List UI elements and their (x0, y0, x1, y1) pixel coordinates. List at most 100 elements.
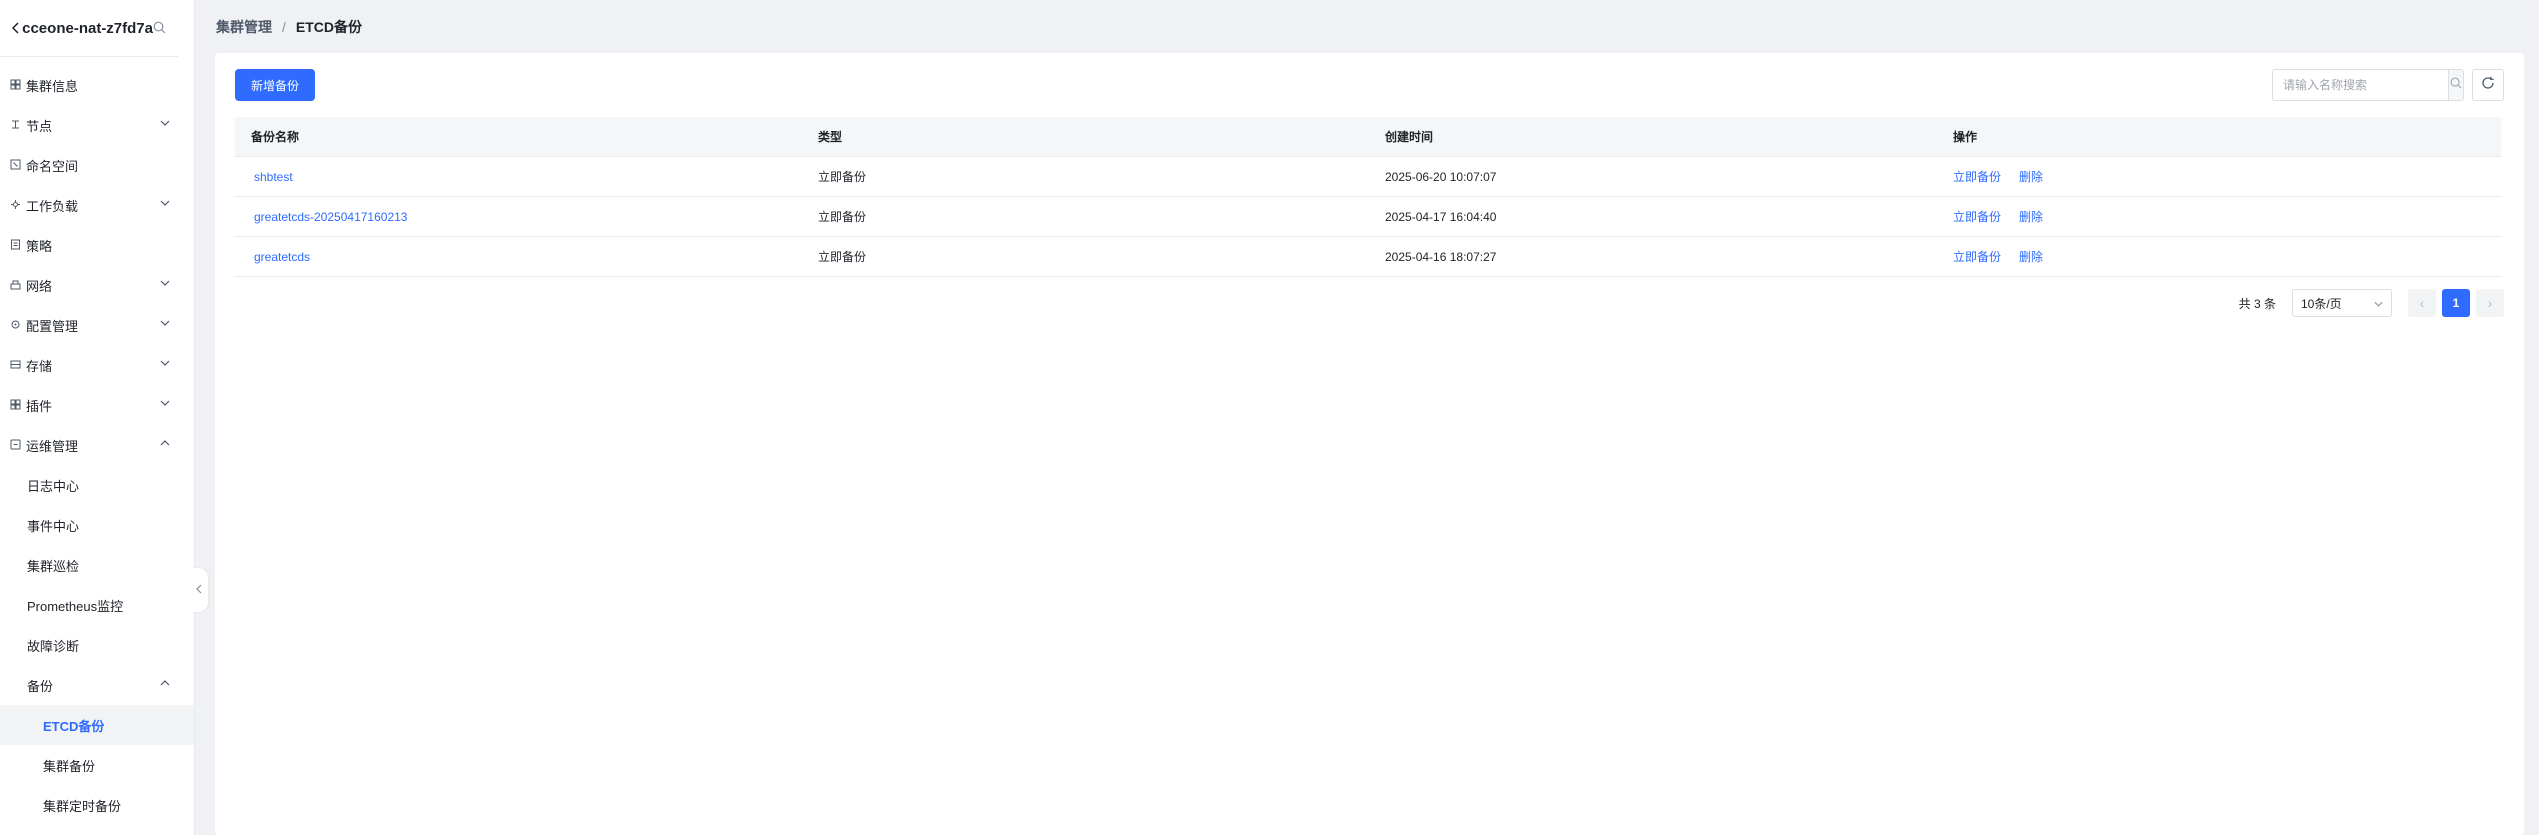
next-page-button[interactable]: › (2476, 289, 2504, 317)
delete-button[interactable]: 删除 (2019, 208, 2043, 225)
sidebar-item-policy[interactable]: 策略 (0, 225, 194, 265)
backup-name-link[interactable]: greatetcds-20250417160213 (254, 210, 407, 224)
cluster-info-icon (10, 79, 22, 91)
chevron-down-icon (160, 280, 170, 290)
table-row: shbtest 立即备份 2025-06-20 10:07:07 立即备份 删除 (235, 157, 2501, 197)
sidebar-item-label: 事件中心 (27, 518, 80, 534)
sidebar-item-label: 日志中心 (27, 478, 80, 494)
chevron-down-icon (160, 400, 170, 410)
sidebar: cceone-nat-z7fd7a 集群信息 节点 命名空间 工作负载 策略 网… (0, 0, 195, 835)
table-row: greatetcds-20250417160213 立即备份 2025-04-1… (235, 197, 2501, 237)
sidebar-item-label: 故障诊断 (27, 638, 80, 654)
ops-icon (10, 439, 22, 451)
breadcrumb: 集群管理 / ETCD备份 (196, 0, 2539, 53)
sidebar-item-cluster-backup[interactable]: 集群备份 (0, 745, 194, 785)
network-icon (10, 279, 22, 291)
sidebar-item-label: 集群备份 (43, 758, 96, 774)
toolbar: 新增备份 (235, 69, 2504, 101)
content-card: 新增备份 备份名称 类型 创建时间 操作 shbtest 立即备份 2025-0… (215, 53, 2524, 835)
search-box (2272, 69, 2464, 101)
sidebar-item-label: 策略 (26, 238, 53, 254)
plugin-icon (10, 399, 22, 411)
sidebar-collapse-handle[interactable] (190, 568, 208, 612)
sidebar-item-cluster-info[interactable]: 集群信息 (0, 65, 194, 105)
sidebar-item-nodes[interactable]: 节点 (0, 105, 194, 145)
storage-icon (10, 359, 22, 371)
sidebar-item-label: Prometheus监控 (27, 598, 124, 614)
policy-icon (10, 239, 22, 251)
sidebar-item-label: 工作负载 (26, 198, 79, 214)
table-header: 备份名称 类型 创建时间 操作 (235, 117, 2501, 157)
search-input[interactable] (2273, 70, 2448, 100)
sidebar-item-fault-diagnosis[interactable]: 故障诊断 (0, 625, 194, 665)
backup-type: 立即备份 (818, 210, 867, 224)
sidebar-item-config[interactable]: 配置管理 (0, 305, 194, 345)
backup-created-time: 2025-04-16 18:07:27 (1385, 249, 1497, 264)
page-size-select[interactable]: 10条/页 (2292, 289, 2392, 317)
search-button[interactable] (2448, 70, 2463, 100)
backup-created-time: 2025-04-17 16:04:40 (1385, 209, 1497, 224)
sidebar-item-network[interactable]: 网络 (0, 265, 194, 305)
backup-type: 立即备份 (818, 170, 867, 184)
backup-name-link[interactable]: greatetcds (254, 250, 310, 264)
chevron-down-icon (160, 360, 170, 370)
total-count: 共 3 条 (2238, 296, 2276, 311)
backup-name-link[interactable]: shbtest (254, 170, 293, 184)
prev-page-button[interactable]: ‹ (2408, 289, 2436, 317)
add-backup-button[interactable]: 新增备份 (235, 69, 315, 101)
sidebar-item-storage[interactable]: 存储 (0, 345, 194, 385)
delete-button[interactable]: 删除 (2019, 168, 2043, 185)
chevron-down-icon (160, 320, 170, 330)
sidebar-header: cceone-nat-z7fd7a (0, 0, 178, 57)
search-icon (2450, 76, 2462, 94)
page-size-value: 10条/页 (2301, 296, 2342, 311)
sidebar-item-cluster-inspection[interactable]: 集群巡检 (0, 545, 194, 585)
sidebar-item-label: 备份 (27, 678, 54, 694)
workload-icon (10, 199, 22, 211)
sidebar-item-prometheus[interactable]: Prometheus监控 (0, 585, 194, 625)
breadcrumb-separator: / (282, 18, 286, 35)
cluster-name: cceone-nat-z7fd7a (22, 19, 153, 37)
chevron-up-icon (160, 440, 170, 450)
chevron-down-icon (2374, 296, 2383, 310)
chevron-left-icon: ‹ (2419, 295, 2425, 311)
refresh-icon (2481, 76, 2495, 95)
backup-now-button[interactable]: 立即备份 (1953, 248, 2001, 265)
chevron-right-icon: › (2487, 295, 2493, 311)
sidebar-item-scheduled-backup[interactable]: 集群定时备份 (0, 785, 194, 825)
search-icon[interactable] (153, 21, 166, 35)
column-header-name: 备份名称 (251, 130, 300, 144)
sidebar-item-label: 集群巡检 (27, 558, 80, 574)
sidebar-item-label: 存储 (26, 358, 53, 374)
sidebar-item-label: ETCD备份 (43, 718, 105, 734)
node-icon (10, 119, 22, 131)
chevron-down-icon (160, 120, 170, 130)
config-icon (10, 319, 22, 331)
sidebar-item-label: 集群定时备份 (43, 798, 122, 814)
sidebar-item-label: 插件 (26, 398, 53, 414)
namespace-icon (10, 159, 22, 171)
backup-now-button[interactable]: 立即备份 (1953, 208, 2001, 225)
page-number-current[interactable]: 1 (2442, 289, 2470, 317)
table-row: greatetcds 立即备份 2025-04-16 18:07:27 立即备份… (235, 237, 2501, 277)
backup-table: 备份名称 类型 创建时间 操作 shbtest 立即备份 2025-06-20 … (235, 117, 2501, 277)
sidebar-item-etcd-backup[interactable]: ETCD备份 (0, 705, 194, 745)
sidebar-item-event-center[interactable]: 事件中心 (0, 505, 194, 545)
page-title: ETCD备份 (295, 18, 363, 35)
sidebar-item-label: 配置管理 (26, 318, 79, 334)
backup-now-button[interactable]: 立即备份 (1953, 168, 2001, 185)
breadcrumb-parent[interactable]: 集群管理 (216, 17, 272, 37)
sidebar-item-namespace[interactable]: 命名空间 (0, 145, 194, 185)
chevron-down-icon (160, 200, 170, 210)
sidebar-item-plugin[interactable]: 插件 (0, 385, 194, 425)
sidebar-item-ops[interactable]: 运维管理 (0, 425, 194, 465)
refresh-button[interactable] (2472, 69, 2504, 101)
back-chevron-icon[interactable] (12, 21, 20, 35)
sidebar-item-label: 节点 (26, 118, 53, 134)
sidebar-item-backup[interactable]: 备份 (0, 665, 194, 705)
sidebar-item-log-center[interactable]: 日志中心 (0, 465, 194, 505)
sidebar-item-workload[interactable]: 工作负载 (0, 185, 194, 225)
backup-type: 立即备份 (818, 250, 867, 264)
sidebar-item-label: 集群信息 (26, 78, 79, 94)
delete-button[interactable]: 删除 (2019, 248, 2043, 265)
